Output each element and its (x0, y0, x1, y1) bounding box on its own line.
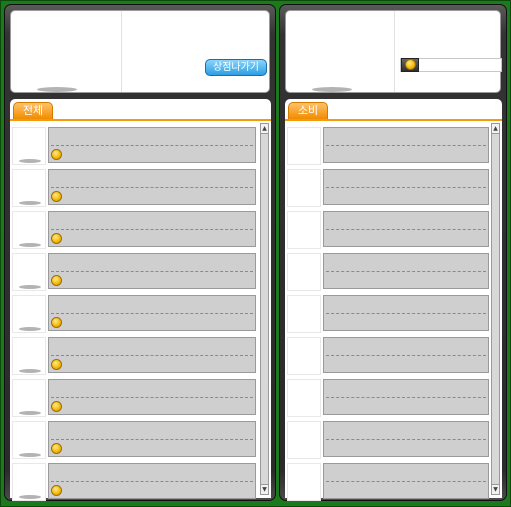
item-divider (51, 313, 253, 314)
shop-item-list: ▲ ▼ (10, 121, 271, 501)
item-thumbnail (12, 211, 46, 249)
item-divider (51, 145, 253, 146)
item-info-box (323, 127, 489, 163)
item-thumbnail (287, 421, 321, 459)
item-info-box (48, 463, 256, 499)
item-info-box (48, 253, 256, 289)
item-shadow (19, 243, 41, 247)
item-shadow (19, 495, 41, 499)
item-divider (326, 145, 486, 146)
meso-coin-icon (51, 443, 62, 454)
meso-coin-icon (51, 359, 62, 370)
meso-coin-icon (51, 485, 62, 496)
item-info-box (323, 421, 489, 457)
item-divider (51, 481, 253, 482)
shop-panel: 상점나가기 전체 ▲ ▼ (4, 4, 276, 501)
item-divider (51, 355, 253, 356)
item-info-box (48, 295, 256, 331)
item-thumbnail (287, 463, 321, 501)
item-thumbnail (12, 421, 46, 459)
item-info-box (323, 295, 489, 331)
item-divider (326, 439, 486, 440)
item-thumbnail (287, 253, 321, 291)
meso-coin-icon (51, 401, 62, 412)
item-thumbnail (12, 463, 46, 501)
item-shadow (19, 369, 41, 373)
meso-coin-icon (51, 149, 62, 160)
shop-window: 상점나가기 전체 ▲ ▼ 소비 ▲ ▼ (0, 0, 511, 507)
inventory-item-list: ▲ ▼ (285, 121, 502, 501)
exit-shop-button[interactable]: 상점나가기 (205, 59, 267, 76)
inventory-list-scrollbar[interactable]: ▲ ▼ (491, 123, 500, 495)
meso-coin-icon (405, 59, 416, 70)
item-info-box (48, 421, 256, 457)
item-thumbnail (12, 253, 46, 291)
item-info-box (48, 379, 256, 415)
item-info-box (323, 379, 489, 415)
item-shadow (19, 327, 41, 331)
shop-list-scrollbar[interactable]: ▲ ▼ (260, 123, 269, 495)
item-thumbnail (12, 169, 46, 207)
item-divider (326, 313, 486, 314)
item-thumbnail (287, 337, 321, 375)
item-info-box (323, 211, 489, 247)
meso-coin-icon (51, 233, 62, 244)
item-shadow (19, 453, 41, 457)
item-info-box (48, 337, 256, 373)
inventory-panel: 소비 ▲ ▼ (279, 4, 507, 501)
item-thumbnail (287, 379, 321, 417)
scroll-up-arrow-icon[interactable]: ▲ (261, 124, 268, 134)
item-info-box (323, 169, 489, 205)
item-shadow (19, 285, 41, 289)
item-info-box (48, 169, 256, 205)
meso-coin-icon (51, 275, 62, 286)
item-divider (51, 439, 253, 440)
inventory-tab-bar: 소비 (285, 99, 502, 121)
item-thumbnail (12, 127, 46, 165)
item-divider (326, 187, 486, 188)
scroll-up-arrow-icon[interactable]: ▲ (492, 124, 499, 134)
shop-header: 상점나가기 (10, 10, 270, 93)
item-divider (326, 355, 486, 356)
item-info-box (323, 337, 489, 373)
avatar-shadow (312, 87, 352, 92)
item-info-box (323, 253, 489, 289)
shop-owner-avatar (11, 11, 122, 92)
item-thumbnail (287, 211, 321, 249)
item-thumbnail (287, 295, 321, 333)
meso-coin-icon (51, 317, 62, 328)
item-divider (326, 271, 486, 272)
meso-icon-frame (401, 58, 419, 72)
inventory-header (285, 10, 502, 93)
item-divider (51, 229, 253, 230)
item-info-box (323, 463, 489, 499)
item-info-box (48, 211, 256, 247)
meso-coin-icon (51, 191, 62, 202)
item-thumbnail (287, 169, 321, 207)
item-divider (326, 229, 486, 230)
item-divider (326, 481, 486, 482)
item-divider (51, 397, 253, 398)
item-shadow (19, 201, 41, 205)
item-divider (51, 187, 253, 188)
item-shadow (19, 159, 41, 163)
tab-use[interactable]: 소비 (288, 102, 328, 119)
avatar-shadow (37, 87, 77, 92)
scroll-down-arrow-icon[interactable]: ▼ (492, 484, 499, 494)
item-divider (326, 397, 486, 398)
item-info-box (48, 127, 256, 163)
item-shadow (19, 411, 41, 415)
scroll-down-arrow-icon[interactable]: ▼ (261, 484, 268, 494)
shop-tab-bar: 전체 (10, 99, 271, 121)
item-thumbnail (12, 337, 46, 375)
item-divider (51, 271, 253, 272)
item-thumbnail (12, 295, 46, 333)
tab-all[interactable]: 전체 (13, 102, 53, 119)
meso-balance-field (400, 58, 502, 72)
player-avatar (286, 11, 395, 92)
item-thumbnail (12, 379, 46, 417)
item-thumbnail (287, 127, 321, 165)
